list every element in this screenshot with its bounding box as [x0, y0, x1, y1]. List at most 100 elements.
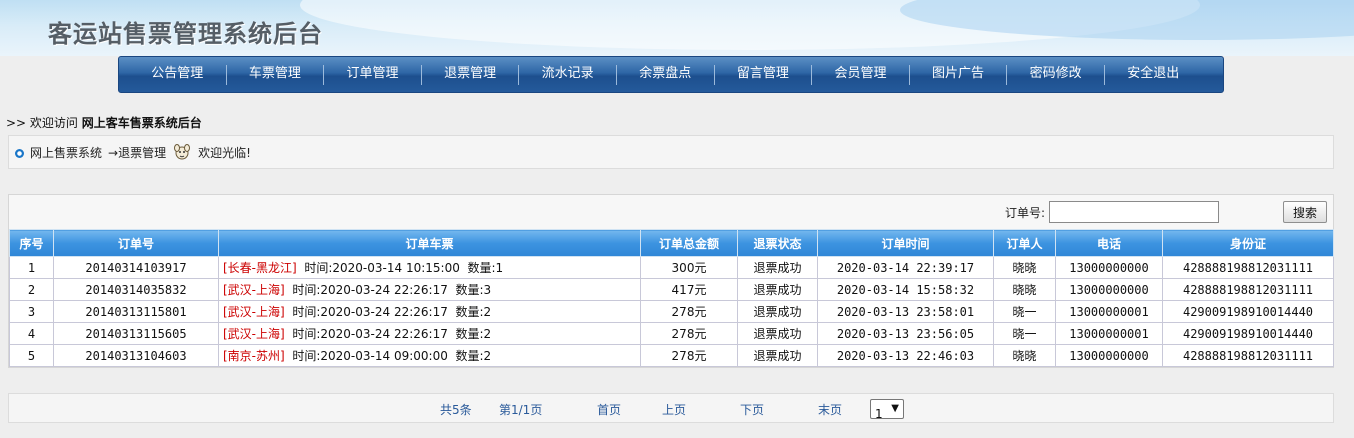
cell-order-id: 20140313104603 [53, 344, 219, 367]
column-header: 电话 [1055, 229, 1163, 257]
cell-amount: 278元 [640, 344, 738, 367]
ticket-route: [武汉-上海] [223, 327, 285, 341]
breadcrumb-greeting: 欢迎光临! [198, 145, 251, 160]
nav-item-transactions[interactable]: 流水记录 [519, 56, 616, 93]
table-row: 5 20140313104603 [南京-苏州] 时间:2020-03-14 0… [9, 344, 1334, 367]
cell-ticket: [南京-苏州] 时间:2020-03-14 09:00:00 数量:2 [218, 344, 641, 367]
cell-order-time: 2020-03-14 15:58:32 [817, 278, 994, 301]
column-header: 订单时间 [817, 229, 994, 257]
cell-amount: 417元 [640, 278, 738, 301]
cell-order-id: 20140313115605 [53, 322, 219, 345]
cell-id-card: 428888198812031111 [1162, 278, 1334, 301]
cell-id-card: 429009198910014440 [1162, 300, 1334, 323]
ticket-time: 时间:2020-03-24 22:26:17 [292, 327, 448, 341]
cell-no: 1 [9, 256, 54, 279]
nav-item-orders[interactable]: 订单管理 [324, 56, 421, 93]
cell-person: 晓一 [993, 300, 1056, 323]
search-bar: 订单号: 搜索 [1005, 199, 1327, 225]
cell-status: 退票成功 [737, 278, 818, 301]
pager-page-info: 第1/1页 [499, 403, 543, 417]
pagination-bar: 共5条 第1/1页 首页 上页 下页 末页 1 ▼ [8, 393, 1334, 423]
nav-item-change-password[interactable]: 密码修改 [1007, 56, 1104, 93]
cell-id-card: 428888198812031111 [1162, 256, 1334, 279]
search-label: 订单号: [1004, 205, 1045, 220]
ticket-quantity: 数量:2 [455, 327, 492, 341]
nav-item-announcements[interactable]: 公告管理 [129, 56, 226, 93]
search-button[interactable]: 搜索 [1283, 201, 1327, 223]
cell-phone: 13000000001 [1055, 300, 1163, 323]
ticket-time: 时间:2020-03-24 22:26:17 [292, 283, 448, 297]
table-row: 2 20140314035832 [武汉-上海] 时间:2020-03-24 2… [9, 278, 1334, 301]
column-header: 身份证 [1162, 229, 1334, 257]
cell-status: 退票成功 [737, 322, 818, 345]
ticket-time: 时间:2020-03-14 10:15:00 [304, 261, 460, 275]
cell-order-id: 20140314035832 [53, 278, 219, 301]
pager-last-link[interactable]: 末页 [818, 401, 842, 418]
nav-item-inventory[interactable]: 余票盘点 [617, 56, 714, 93]
cell-person: 晓晓 [993, 344, 1056, 367]
cell-order-id: 20140313115801 [53, 300, 219, 323]
cell-no: 5 [9, 344, 54, 367]
cell-phone: 13000000001 [1055, 322, 1163, 345]
welcome-site-name: 网上客车售票系统后台 [81, 116, 202, 130]
cell-status: 退票成功 [737, 344, 818, 367]
cell-phone: 13000000000 [1055, 256, 1163, 279]
pager-total: 共5条 [440, 403, 472, 417]
main-nav: 公告管理 车票管理 订单管理 退票管理 流水记录 余票盘点 留言管理 会员管理 … [118, 56, 1224, 93]
nav-item-logout[interactable]: 安全退出 [1105, 56, 1202, 93]
breadcrumb-system: 网上售票系统 [30, 145, 103, 160]
cell-order-time: 2020-03-13 23:58:01 [817, 300, 994, 323]
nav-item-tickets[interactable]: 车票管理 [227, 56, 324, 93]
pager-prev-link[interactable]: 上页 [662, 401, 686, 418]
table-row: 1 20140314103917 [长春-黑龙江] 时间:2020-03-14 … [9, 256, 1334, 279]
page-select[interactable]: 1 ▼ [870, 399, 904, 421]
cell-phone: 13000000000 [1055, 278, 1163, 301]
cell-amount: 300元 [640, 256, 738, 279]
cell-phone: 13000000000 [1055, 344, 1163, 367]
ticket-quantity: 数量:2 [455, 349, 492, 363]
cell-status: 退票成功 [737, 300, 818, 323]
ticket-route: [武汉-上海] [223, 305, 285, 319]
chevron-down-icon: ▼ [891, 403, 899, 414]
bullet-icon [15, 148, 24, 158]
column-header: 订单总金额 [640, 229, 738, 257]
cell-ticket: [长春-黑龙江] 时间:2020-03-14 10:15:00 数量:1 [218, 256, 641, 279]
ticket-quantity: 数量:3 [455, 283, 492, 297]
page-select-value: 1 [875, 407, 883, 421]
table-header-row: 序号 订单号 订单车票 订单总金额 退票状态 订单时间 订单人 电话 身份证 [9, 229, 1334, 257]
welcome-prefix: >> 欢迎访问 [6, 116, 78, 130]
cell-id-card: 429009198910014440 [1162, 322, 1334, 345]
cell-order-time: 2020-03-13 23:56:05 [817, 322, 994, 345]
pager-first-link[interactable]: 首页 [597, 401, 621, 418]
cell-order-time: 2020-03-13 22:46:03 [817, 344, 994, 367]
breadcrumb-section: →退票管理 [108, 145, 167, 160]
table-row: 4 20140313115605 [武汉-上海] 时间:2020-03-24 2… [9, 322, 1334, 345]
ticket-route: [南京-苏州] [223, 349, 285, 363]
cell-status: 退票成功 [737, 256, 818, 279]
cell-no: 4 [9, 322, 54, 345]
mascot-icon [172, 142, 192, 162]
cell-person: 晓晓 [993, 256, 1056, 279]
nav-item-image-ads[interactable]: 图片广告 [910, 56, 1007, 93]
cell-amount: 278元 [640, 300, 738, 323]
column-header: 订单号 [53, 229, 219, 257]
ticket-time: 时间:2020-03-14 09:00:00 [292, 349, 448, 363]
pager-next-link[interactable]: 下页 [740, 401, 764, 418]
cell-no: 3 [9, 300, 54, 323]
refund-orders-table: 序号 订单号 订单车票 订单总金额 退票状态 订单时间 订单人 电话 身份证 1… [9, 229, 1334, 367]
breadcrumb: 网上售票系统 →退票管理 欢迎光临! [8, 135, 1334, 169]
welcome-line: >> 欢迎访问 网上客车售票系统后台 [6, 114, 202, 131]
cell-ticket: [武汉-上海] 时间:2020-03-24 22:26:17 数量:3 [218, 278, 641, 301]
cell-person: 晓晓 [993, 278, 1056, 301]
column-header: 序号 [9, 229, 54, 257]
nav-item-members[interactable]: 会员管理 [812, 56, 909, 93]
cell-order-time: 2020-03-14 22:39:17 [817, 256, 994, 279]
table-row: 3 20140313115801 [武汉-上海] 时间:2020-03-24 2… [9, 300, 1334, 323]
orders-panel: 订单号: 搜索 序号 订单号 订单车票 订单总金额 退票状态 订单时间 订单人 … [8, 194, 1334, 368]
order-id-search-input[interactable] [1049, 201, 1219, 223]
cell-ticket: [武汉-上海] 时间:2020-03-24 22:26:17 数量:2 [218, 300, 641, 323]
header-banner: 客运站售票管理系统后台 [0, 0, 1354, 56]
nav-item-messages[interactable]: 留言管理 [715, 56, 812, 93]
cell-person: 晓一 [993, 322, 1056, 345]
nav-item-refunds[interactable]: 退票管理 [422, 56, 519, 93]
